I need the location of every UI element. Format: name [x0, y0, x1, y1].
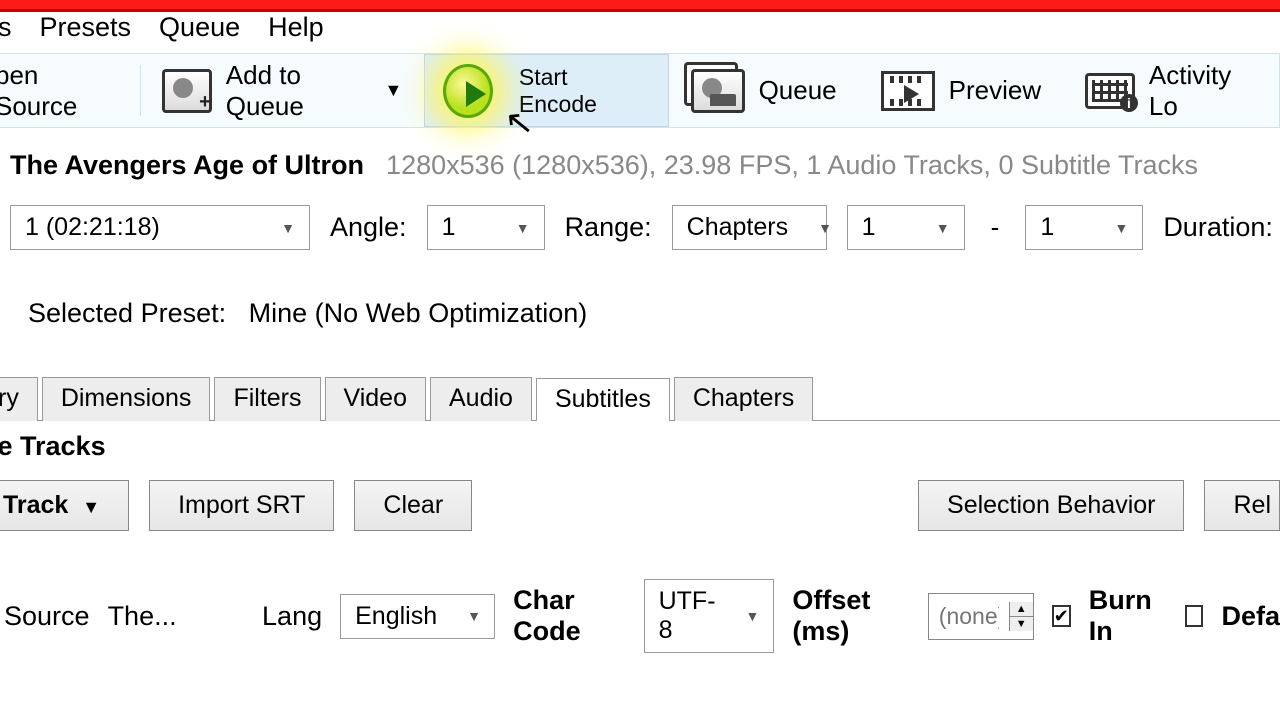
range-mode-value: Chapters [687, 213, 788, 242]
tab-chapters[interactable]: Chapters [674, 377, 813, 421]
offset-input[interactable] [929, 594, 1009, 639]
add-track-button[interactable]: Track ▼ [0, 480, 129, 531]
offset-stepper[interactable]: ▲▼ [928, 593, 1034, 640]
menu-item-presets[interactable]: Presets [40, 12, 132, 43]
duration-label: Duration: [1163, 212, 1273, 243]
titlebar-stripe [0, 0, 1280, 12]
tab-summary[interactable]: ry [0, 377, 38, 421]
default-checkbox[interactable] [1185, 605, 1204, 627]
title-select-value: 1 (02:21:18) [25, 213, 160, 242]
chevron-down-icon: ▼ [467, 608, 481, 624]
reload-button[interactable]: Rel [1204, 480, 1280, 531]
chevron-down-icon: ▼ [82, 497, 100, 517]
charcode-label: Char Code [513, 585, 625, 647]
stepper-arrows[interactable]: ▲▼ [1009, 602, 1033, 631]
menu-item-help[interactable]: Help [268, 12, 324, 43]
menu-item-queue[interactable]: Queue [159, 12, 240, 43]
chevron-down-icon: ▼ [516, 220, 530, 236]
import-srt-button[interactable]: Import SRT [149, 480, 334, 531]
queue-icon [691, 69, 745, 113]
title-select[interactable]: 1 (02:21:18) ▼ [10, 205, 310, 250]
menu-item-tools[interactable]: ls [0, 12, 12, 43]
menu-bar: ls Presets Queue Help [0, 12, 1280, 53]
source-details: 1280x536 (1280x536), 23.98 FPS, 1 Audio … [386, 150, 1198, 181]
charcode-value: UTF-8 [659, 587, 716, 645]
burn-in-label: Burn In [1089, 585, 1167, 647]
play-icon [443, 64, 493, 118]
track-label: Track [3, 491, 68, 519]
open-source-button[interactable]: pen Source [0, 54, 140, 127]
clear-button[interactable]: Clear [354, 480, 472, 531]
angle-value: 1 [442, 213, 456, 242]
lang-label: Lang [262, 601, 322, 632]
start-encode-label: Start Encode [519, 64, 640, 118]
open-source-label: pen Source [0, 60, 118, 122]
subtitle-tracks-heading: le Tracks [0, 421, 1280, 462]
chevron-down-icon: ▼ [385, 80, 403, 101]
lang-value: English [355, 602, 437, 631]
chevron-down-icon: ▼ [1114, 220, 1128, 236]
source-value: The... [108, 601, 177, 632]
range-to-select[interactable]: 1 ▼ [1025, 205, 1143, 250]
tab-subtitles[interactable]: Subtitles [536, 378, 670, 422]
preview-button[interactable]: Preview [859, 54, 1063, 127]
queue-label: Queue [759, 75, 837, 106]
activity-log-icon: i [1085, 73, 1135, 109]
range-label: Range: [565, 212, 652, 243]
chevron-down-icon: ▼ [746, 608, 760, 624]
activity-log-label: Activity Lo [1149, 60, 1257, 122]
range-from-value: 1 [862, 213, 876, 242]
queue-button[interactable]: Queue [669, 54, 859, 127]
range-to-value: 1 [1040, 213, 1054, 242]
angle-select[interactable]: 1 ▼ [427, 205, 545, 250]
angle-label: Angle: [330, 212, 407, 243]
tab-audio[interactable]: Audio [430, 377, 532, 421]
preset-label: Selected Preset: [28, 298, 226, 328]
tab-filters[interactable]: Filters [214, 377, 320, 421]
preset-value: Mine (No Web Optimization) [249, 298, 588, 328]
charcode-select[interactable]: UTF-8 ▼ [644, 579, 775, 653]
activity-log-button[interactable]: i Activity Lo [1063, 54, 1279, 127]
title-controls-row: 1 (02:21:18) ▼ Angle: 1 ▼ Range: Chapter… [0, 181, 1280, 250]
lang-select[interactable]: English ▼ [340, 594, 495, 639]
toolbar: pen Source Add to Queue ▼ Start Encode ↖… [0, 53, 1280, 128]
default-label: Defa [1221, 601, 1280, 632]
range-mode-select[interactable]: Chapters ▼ [672, 205, 827, 250]
burn-in-checkbox[interactable] [1052, 605, 1071, 627]
selection-behavior-button[interactable]: Selection Behavior [918, 480, 1184, 531]
preview-label: Preview [949, 75, 1041, 106]
preset-line: Selected Preset: Mine (No Web Optimizati… [0, 250, 1280, 329]
source-title: The Avengers Age of Ultron [10, 150, 364, 181]
source-label: Source [4, 601, 90, 632]
start-encode-button[interactable]: Start Encode ↖ [424, 54, 668, 127]
subtitle-track-row: Source The... Lang English ▼ Char Code U… [0, 531, 1280, 653]
chevron-down-icon: ▼ [936, 220, 950, 236]
chevron-down-icon: ▼ [281, 220, 295, 236]
add-to-queue-label: Add to Queue [226, 60, 371, 122]
source-info-row: The Avengers Age of Ultron 1280x536 (128… [0, 128, 1280, 181]
tab-dimensions[interactable]: Dimensions [42, 377, 211, 421]
range-dash: - [985, 212, 1006, 243]
preview-icon [881, 71, 935, 111]
add-to-queue-icon [162, 69, 211, 113]
tab-bar: ry Dimensions Filters Video Audio Subtit… [0, 377, 1280, 421]
subtitle-buttons-row: Track ▼ Import SRT Clear Selection Behav… [0, 462, 1280, 531]
add-to-queue-button[interactable]: Add to Queue ▼ [140, 54, 424, 127]
tab-video[interactable]: Video [325, 377, 427, 421]
range-from-select[interactable]: 1 ▼ [847, 205, 965, 250]
chevron-down-icon: ▼ [818, 220, 832, 236]
offset-label: Offset (ms) [792, 585, 909, 647]
